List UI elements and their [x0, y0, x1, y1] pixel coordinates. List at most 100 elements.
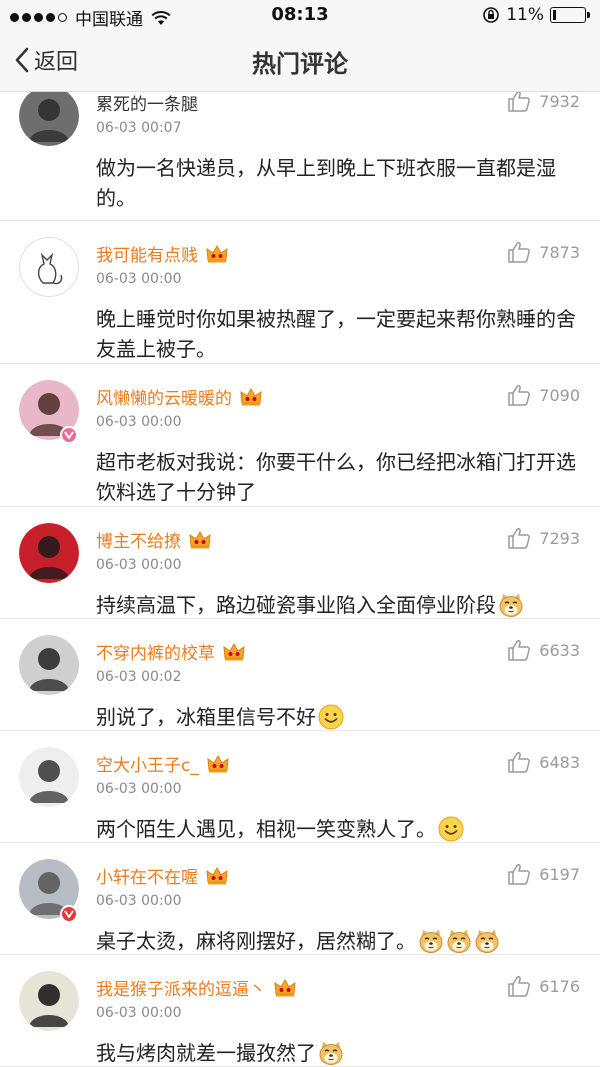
like-button[interactable]: 6176 [507, 975, 580, 997]
comment-timestamp: 06-03 00:02 [96, 669, 182, 685]
verified-badge-icon [60, 905, 78, 923]
comment-item[interactable]: 博主不给撩 06-03 00:00 7293 持续高温下，路边碰瓷事业陷入全面停业阶段 [0, 507, 600, 619]
vip-crown-icon [189, 530, 211, 548]
doge-emoji-icon [499, 593, 523, 617]
comment-timestamp: 06-03 00:00 [96, 557, 182, 573]
comment-item[interactable]: 空大小王子c_ 06-03 00:00 6483 两个陌生人遇见，相视一笑变熟人了。 [0, 731, 600, 843]
username-text: 我可能有点贱 [96, 246, 198, 266]
comment-content: 做为一名快递员，从早上到晚上下班衣服一直都是湿的。 [96, 153, 576, 213]
comment-item[interactable]: 风懒懒的云暖暖的 06-03 00:00 7090 超市老板对我说：你要干什么，你已经… [0, 364, 600, 507]
comment-username[interactable]: 不穿内裤的校草 [96, 639, 245, 664]
thumbs-up-icon [508, 752, 531, 773]
vip-crown-icon [207, 754, 229, 772]
comment-content: 桌子太烫，麻将刚摆好，居然糊了。 [96, 926, 576, 956]
comment-text: 晚上睡觉时你如果被热醒了，一定要起来帮你熟睡的舍友盖上被子。 [96, 307, 576, 361]
verified-badge-icon [60, 426, 78, 444]
comment-timestamp: 06-03 00:00 [96, 893, 182, 909]
comment-text: 超市老板对我说：你要干什么，你已经把冰箱门打开选饮料选了十分钟了 [96, 450, 576, 504]
comment-content: 持续高温下，路边碰瓷事业陷入全面停业阶段 [96, 590, 576, 620]
like-button[interactable]: 6197 [507, 863, 580, 885]
like-button[interactable]: 7932 [507, 92, 580, 112]
username-text: 累死的一条腿 [96, 95, 198, 115]
comment-username[interactable]: 博主不给撩 [96, 527, 211, 552]
battery-icon [550, 7, 590, 23]
comment-item[interactable]: 我是猴子派来的逗逼丶 06-03 00:00 6176 我与烤肉就差一撮孜然了 [0, 955, 600, 1067]
like-count: 6197 [539, 864, 580, 884]
smile-emoji-icon [318, 704, 344, 730]
comment-text: 我与烤肉就差一撮孜然了 [96, 1041, 316, 1065]
comment-text: 做为一名快递员，从早上到晚上下班衣服一直都是湿的。 [96, 156, 556, 210]
page-title: 热门评论 [252, 50, 348, 78]
avatar-image [19, 971, 79, 1031]
comment-timestamp: 06-03 00:00 [96, 271, 182, 287]
comment-text: 持续高温下，路边碰瓷事业陷入全面停业阶段 [96, 593, 496, 617]
like-count: 7090 [539, 385, 580, 405]
comment-timestamp: 06-03 00:00 [96, 781, 182, 797]
comment-username[interactable]: 累死的一条腿 [96, 92, 198, 115]
comment-timestamp: 06-03 00:00 [96, 1005, 182, 1021]
like-count: 7293 [539, 528, 580, 548]
comment-username[interactable]: 我是猴子派来的逗逼丶 [96, 975, 296, 1000]
comment-username[interactable]: 风懒懒的云暖暖的 [96, 384, 262, 409]
username-text: 不穿内裤的校草 [96, 644, 215, 664]
thumbs-up-icon [508, 976, 531, 997]
thumbs-up-icon [508, 864, 531, 885]
username-text: 小轩在不在喔 [96, 868, 198, 888]
avatar-image [19, 523, 79, 583]
username-text: 我是猴子派来的逗逼丶 [96, 980, 266, 1000]
battery-percent: 11% [506, 5, 544, 25]
vip-crown-icon [223, 642, 245, 660]
username-text: 空大小王子c_ [96, 756, 199, 776]
like-count: 6483 [539, 752, 580, 772]
like-button[interactable]: 7873 [507, 241, 580, 263]
comment-item[interactable]: 小轩在不在喔 06-03 00:00 6197 桌子太烫，麻将刚摆好，居然糊了。 [0, 843, 600, 955]
comment-content: 超市老板对我说：你要干什么，你已经把冰箱门打开选饮料选了十分钟了 [96, 447, 576, 507]
comment-list[interactable]: 累死的一条腿 06-03 00:07 7932 做为一名快递员，从早上到晚上下班衣服一… [0, 92, 600, 1067]
comment-item[interactable]: 不穿内裤的校草 06-03 00:02 6633 别说了，冰箱里信号不好 [0, 619, 600, 731]
comment-username[interactable]: 小轩在不在喔 [96, 863, 228, 888]
like-count: 6633 [539, 640, 580, 660]
avatar[interactable] [19, 635, 79, 695]
navigation-bar: 返回 热门评论 [0, 30, 600, 92]
comment-username[interactable]: 空大小王子c_ [96, 751, 229, 776]
vip-crown-icon [206, 866, 228, 884]
thumbs-up-icon [508, 385, 531, 406]
avatar-image [19, 237, 79, 297]
doge-emoji-icon [447, 929, 471, 953]
comment-text: 桌子太烫，麻将刚摆好，居然糊了。 [96, 929, 416, 953]
comment-timestamp: 06-03 00:00 [96, 414, 182, 430]
like-count: 7932 [539, 92, 580, 111]
username-text: 博主不给撩 [96, 532, 181, 552]
vip-crown-icon [240, 387, 262, 405]
username-text: 风懒懒的云暖暖的 [96, 389, 232, 409]
thumbs-up-icon [508, 640, 531, 661]
vip-crown-icon [274, 978, 296, 996]
like-count: 7873 [539, 242, 580, 262]
comment-item[interactable]: 我可能有点贱 06-03 00:00 7873 晚上睡觉时你如果被热醒了，一定要起来帮… [0, 221, 600, 364]
avatar-image [19, 747, 79, 807]
smile-emoji-icon [438, 816, 464, 842]
comment-username[interactable]: 我可能有点贱 [96, 241, 228, 266]
like-button[interactable]: 6483 [507, 751, 580, 773]
avatar[interactable] [19, 971, 79, 1031]
status-bar: 中国联通 08:13 11% [0, 0, 600, 30]
like-button[interactable]: 7090 [507, 384, 580, 406]
comment-text: 两个陌生人遇见，相视一笑变熟人了。 [96, 817, 436, 841]
comment-content: 别说了，冰箱里信号不好 [96, 702, 576, 732]
avatar[interactable] [19, 92, 79, 146]
avatar-image [19, 92, 79, 146]
doge-emoji-icon [419, 929, 443, 953]
comment-content: 两个陌生人遇见，相视一笑变熟人了。 [96, 814, 576, 844]
comment-item[interactable]: 累死的一条腿 06-03 00:07 7932 做为一名快递员，从早上到晚上下班衣服一… [0, 92, 600, 221]
doge-emoji-icon [475, 929, 499, 953]
comment-timestamp: 06-03 00:07 [96, 120, 182, 136]
comment-content: 晚上睡觉时你如果被热醒了，一定要起来帮你熟睡的舍友盖上被子。 [96, 304, 576, 364]
avatar[interactable] [19, 237, 79, 297]
like-button[interactable]: 6633 [507, 639, 580, 661]
like-button[interactable]: 7293 [507, 527, 580, 549]
avatar[interactable] [19, 523, 79, 583]
thumbs-up-icon [508, 92, 531, 112]
avatar[interactable] [19, 747, 79, 807]
vip-crown-icon [206, 244, 228, 262]
doge-emoji-icon [319, 1041, 343, 1065]
